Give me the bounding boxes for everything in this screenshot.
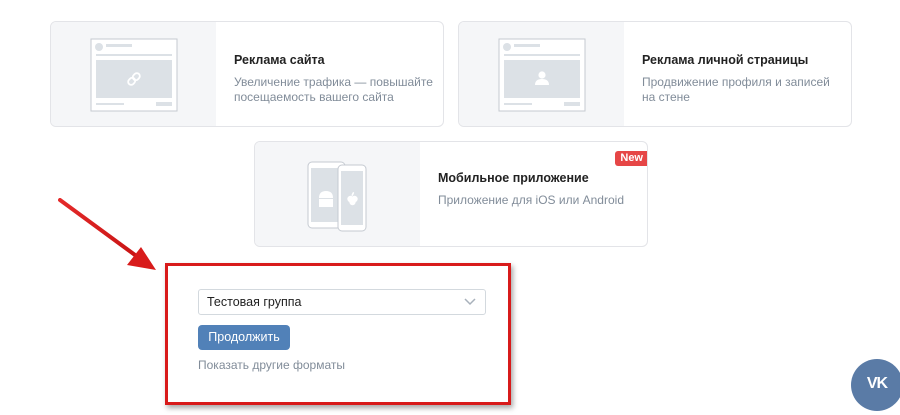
vk-logo-button[interactable]: VK [851,359,900,411]
chevron-down-icon [464,298,476,306]
community-select[interactable]: Тестовая группа [198,289,486,315]
site-preview-illustration [90,38,178,112]
card-thumbnail [51,22,216,126]
android-icon [319,191,333,207]
card-title: Реклама сайта [234,53,325,67]
card-description: Увеличение трафика — повышайте посещаемо… [234,75,433,104]
profile-preview-illustration [498,38,586,112]
continue-button[interactable]: Продолжить [198,325,290,350]
card-thumbnail [459,22,624,126]
format-card-profile[interactable]: Реклама личной страницы Продвижение проф… [458,21,852,127]
annotation-arrow [58,198,156,270]
vk-logo-icon: VK [866,375,888,392]
select-value: Тестовая группа [207,295,302,309]
show-other-formats-link[interactable]: Показать другие форматы [198,358,345,372]
format-card-mobile-app[interactable]: Мобильное приложение Приложение для iOS … [254,141,648,247]
card-title: Реклама личной страницы [642,53,809,67]
mobile-preview-illustration [307,161,367,232]
new-badge: New [615,151,647,166]
ad-format-page: Реклама сайта Увеличение трафика — повыш… [0,0,900,415]
card-description: Приложение для iOS или Android [438,193,624,207]
card-description: Продвижение профиля и записей на стене [642,75,830,104]
card-thumbnail [255,142,420,246]
format-card-site[interactable]: Реклама сайта Увеличение трафика — повыш… [50,21,444,127]
card-title: Мобильное приложение [438,171,589,185]
